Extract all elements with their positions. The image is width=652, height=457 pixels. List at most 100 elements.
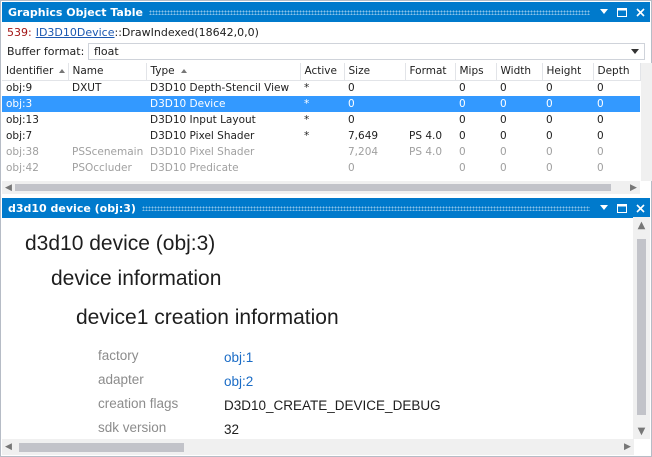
- cell-name: PSOccluder: [72, 162, 132, 174]
- cell-type: D3D10 Pixel Shader: [150, 130, 255, 142]
- scrollbar-thumb[interactable]: [19, 442, 184, 452]
- property-value-creation-flags: D3D10_CREATE_DEVICE_DEBUG: [224, 398, 441, 413]
- cell-active: [300, 144, 344, 160]
- close-icon: [635, 203, 645, 213]
- cell-active: [300, 160, 344, 176]
- cell-format: [405, 160, 455, 176]
- section-heading-creation-information: device1 creation information: [76, 306, 339, 329]
- cell-identifier: obj:9: [6, 82, 33, 95]
- cell-height: 0: [546, 146, 553, 158]
- property-value-adapter[interactable]: obj:2: [224, 374, 253, 389]
- cell-identifier: obj:13: [6, 114, 39, 126]
- cell-depth: 0: [597, 146, 604, 158]
- maximize-button[interactable]: [614, 200, 630, 216]
- column-header-type[interactable]: Type: [146, 63, 301, 81]
- object-table-vertical-scrollbar[interactable]: [641, 63, 652, 181]
- column-header-size[interactable]: Size: [344, 63, 406, 81]
- table-row[interactable]: obj:9 DXUT D3D10 Depth-Stencil View * 0 0 0 0 0: [2, 80, 640, 96]
- close-button[interactable]: [632, 200, 648, 216]
- column-header-mips[interactable]: Mips: [455, 63, 497, 81]
- cell-format: [405, 96, 455, 112]
- cell-identifier: obj:42: [6, 162, 39, 174]
- column-header-height[interactable]: Height: [542, 63, 594, 81]
- column-header-format[interactable]: Format: [405, 63, 456, 81]
- details-horizontal-scrollbar[interactable]: ◀ ▶: [2, 439, 634, 455]
- column-header-active[interactable]: Active: [300, 63, 345, 81]
- scroll-left-icon[interactable]: ◀: [2, 439, 15, 455]
- table-row[interactable]: obj:13 D3D10 Input Layout * 0 0 0 0 0: [2, 112, 640, 128]
- graphics-object-table-titlebar[interactable]: Graphics Object Table: [2, 2, 650, 22]
- table-row[interactable]: obj:7 D3D10 Pixel Shader * 7,649 PS 4.0 0 0 0 0: [2, 128, 640, 144]
- cell-width: 0: [500, 82, 507, 95]
- cell-width: 0: [500, 114, 507, 126]
- cell-depth: 0: [597, 130, 604, 142]
- column-header-width[interactable]: Width: [496, 63, 543, 81]
- table-row[interactable]: obj:42 PSOccluder D3D10 Predicate 0 0 0 0 0: [2, 160, 640, 176]
- cell-size: 7,649: [348, 130, 379, 142]
- scroll-right-icon[interactable]: ▶: [621, 439, 634, 455]
- cell-depth: 0: [597, 82, 604, 95]
- window-position-button[interactable]: [596, 4, 612, 20]
- cell-identifier: obj:38: [6, 146, 39, 158]
- column-header-depth[interactable]: Depth: [593, 63, 641, 81]
- buffer-format-select[interactable]: float: [88, 42, 645, 60]
- scroll-right-icon[interactable]: ▶: [627, 181, 640, 194]
- column-header-identifier[interactable]: Identifier: [2, 63, 69, 81]
- object-table: Identifier Name Type Active Size Format …: [2, 63, 641, 176]
- cell-width: 0: [500, 146, 507, 158]
- property-label-adapter: adapter: [98, 372, 144, 387]
- cell-name: DXUT: [72, 82, 102, 95]
- section-heading-device-information: device information: [51, 267, 222, 290]
- scrollbar-thumb[interactable]: [15, 184, 611, 191]
- cell-type: D3D10 Depth-Stencil View: [150, 82, 290, 95]
- cell-type: D3D10 Predicate: [150, 162, 239, 174]
- dropdown-arrow-icon: [631, 48, 639, 54]
- cell-mips: 0: [459, 130, 466, 142]
- panel-title: d3d10 device (obj:3): [8, 201, 136, 215]
- call-method: ::DrawIndexed(18642,0,0): [114, 25, 259, 39]
- cell-name: PSScenemain: [72, 146, 144, 158]
- property-value-sdk-version: 32: [224, 422, 240, 437]
- cell-format: PS 4.0: [409, 146, 443, 158]
- close-button[interactable]: [632, 4, 648, 20]
- cell-depth: 0: [597, 162, 604, 174]
- window-position-button[interactable]: [596, 200, 612, 216]
- cell-name: [68, 112, 146, 128]
- scroll-up-icon[interactable]: ▲: [633, 217, 650, 233]
- cell-height: 0: [542, 96, 593, 112]
- table-row[interactable]: obj:38 PSScenemain D3D10 Pixel Shader 7,204…: [2, 144, 640, 160]
- cell-format: PS 4.0: [409, 130, 443, 142]
- cell-height: 0: [546, 130, 553, 142]
- titlebar-grip: [148, 9, 590, 15]
- cell-width: 0: [500, 130, 507, 142]
- column-header-name[interactable]: Name: [68, 63, 147, 81]
- cell-active: *: [304, 82, 310, 95]
- dropdown-arrow-icon: [600, 205, 608, 210]
- property-value-factory[interactable]: obj:1: [224, 350, 253, 365]
- cell-name: [68, 128, 146, 144]
- maximize-icon: [617, 203, 627, 213]
- cell-name: [68, 96, 146, 112]
- cell-depth: 0: [593, 96, 640, 112]
- cell-active: *: [300, 96, 344, 112]
- details-vertical-scrollbar[interactable]: ▲ ▼: [633, 217, 650, 439]
- buffer-format-label: Buffer format:: [7, 44, 85, 58]
- device-details-content: d3d10 device (obj:3) device information …: [2, 217, 634, 439]
- table-row[interactable]: obj:3 D3D10 Device * 0 0 0 0 0: [2, 96, 640, 112]
- dropdown-arrow-icon: [600, 9, 608, 14]
- cell-height: 0: [546, 114, 553, 126]
- call-object-link[interactable]: ID3D10Device: [36, 26, 115, 39]
- cell-mips: 0: [459, 82, 466, 95]
- scrollbar-thumb[interactable]: [637, 239, 646, 415]
- scroll-down-icon[interactable]: ▼: [633, 423, 650, 439]
- object-table-horizontal-scrollbar[interactable]: ◀ ▶: [2, 181, 640, 194]
- device-details-titlebar[interactable]: d3d10 device (obj:3): [2, 198, 650, 218]
- titlebar-grip: [141, 205, 590, 211]
- maximize-button[interactable]: [614, 4, 630, 20]
- cell-mips: 0: [459, 114, 466, 126]
- call-number: 539:: [7, 25, 32, 39]
- cell-depth: 0: [597, 114, 604, 126]
- cell-size: 7,204: [348, 146, 379, 158]
- scroll-left-icon[interactable]: ◀: [2, 181, 15, 194]
- cell-identifier: obj:3: [2, 96, 68, 112]
